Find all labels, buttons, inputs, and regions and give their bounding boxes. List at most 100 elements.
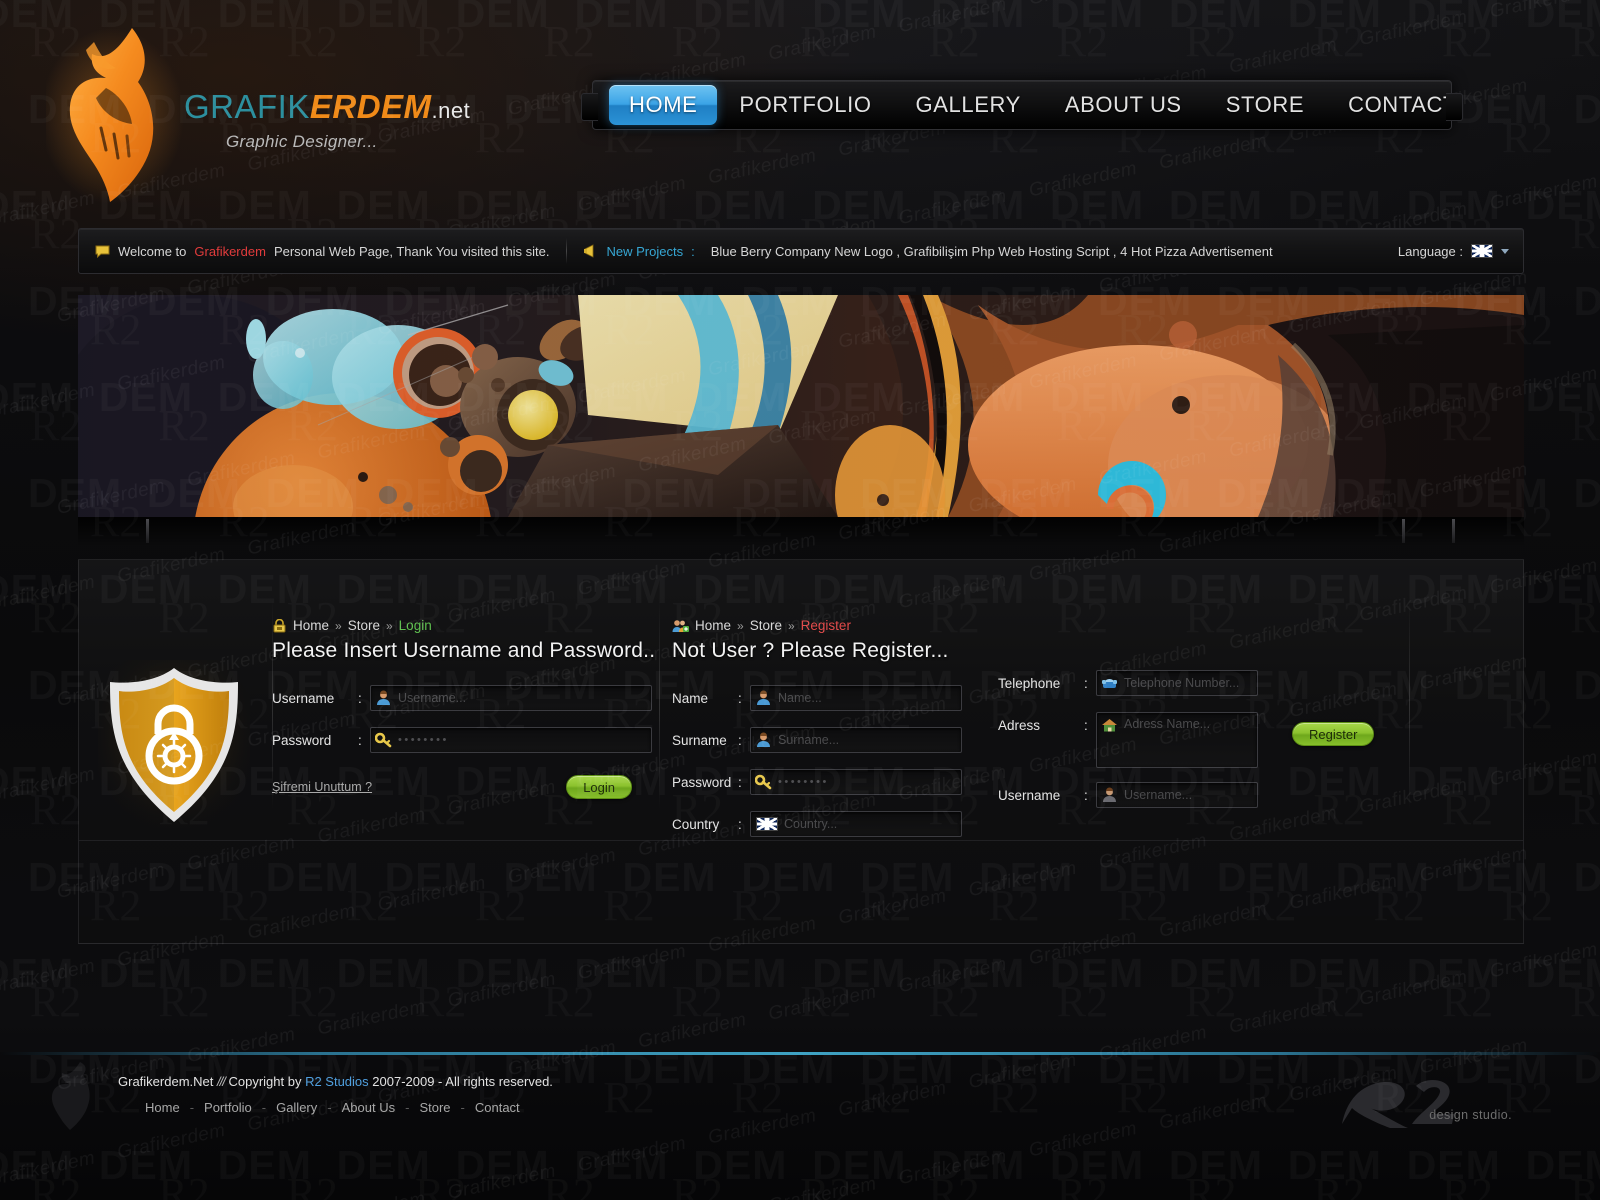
- register-telephone-row: Telephone : Telephone Number...: [998, 670, 1258, 696]
- hero-banner[interactable]: [78, 295, 1524, 517]
- register-surname-label: Surname: [672, 732, 727, 748]
- footer-link-separator: -: [189, 1100, 195, 1115]
- register-name-input[interactable]: Name...: [750, 685, 962, 711]
- login-username-input[interactable]: Username...: [370, 685, 652, 711]
- register-button-wrap: Register: [1292, 722, 1375, 746]
- register-heading: Not User ? Please Register...: [672, 639, 949, 662]
- register-adress-label: Adress: [998, 718, 1041, 733]
- register-password-row: Password : ••••••••: [672, 769, 962, 795]
- flame-icon: [46, 28, 184, 204]
- telephone-icon: [1102, 679, 1117, 688]
- register-button[interactable]: Register: [1292, 722, 1375, 746]
- new-projects-label[interactable]: New Projects: [607, 244, 684, 259]
- register-password-label: Password: [672, 774, 732, 790]
- register-breadcrumb: Home » Store » Register: [672, 618, 962, 633]
- chevron-down-icon[interactable]: [1501, 248, 1509, 254]
- login-actions: Şifremi Unuttum ? Login: [272, 775, 652, 799]
- slider-mark-right-2: [1452, 519, 1455, 543]
- brand-tld: .net: [431, 98, 471, 123]
- login-breadcrumb: Home » Store » Login: [272, 618, 652, 633]
- footer-link-about-us[interactable]: About Us: [342, 1100, 395, 1115]
- label-colon: :: [738, 774, 742, 790]
- register-name-row: Name : Name...: [672, 685, 962, 711]
- nav-item-gallery[interactable]: GALLERY: [894, 86, 1043, 124]
- r2-logo-icon: [1342, 1080, 1454, 1128]
- register-surname-input[interactable]: Surname...: [750, 727, 962, 753]
- register-surname-row: Surname : Surname...: [672, 727, 962, 753]
- label-colon: :: [1084, 718, 1088, 733]
- panel-divider-2: [659, 600, 660, 810]
- nav-item-portfolio[interactable]: PORTFOLIO: [717, 86, 893, 124]
- forgot-password-link[interactable]: Şifremi Unuttum ?: [272, 780, 372, 794]
- footer-link-separator: -: [261, 1100, 267, 1115]
- register-breadcrumb-store[interactable]: Store: [750, 618, 782, 633]
- slider-mark-right: [1402, 519, 1405, 543]
- label-colon: :: [358, 732, 362, 748]
- login-password-value: ••••••••: [398, 734, 449, 746]
- page-root: GRAFIKERDEM.net Graphic Designer... HOME…: [0, 0, 1600, 1200]
- label-colon: :: [1084, 787, 1088, 803]
- register-adress-row: Adress : Adress Name...: [998, 712, 1258, 768]
- new-projects-text: Blue Berry Company New Logo , Grafibiliş…: [710, 243, 1273, 259]
- breadcrumb-separator: »: [737, 618, 744, 633]
- nav-item-home[interactable]: HOME: [609, 85, 718, 125]
- register-password-input[interactable]: ••••••••: [750, 769, 962, 795]
- register-surname-placeholder: Surname...: [778, 733, 840, 747]
- logo[interactable]: GRAFIKERDEM.net Graphic Designer...: [36, 18, 496, 204]
- register-username-input[interactable]: Username...: [1096, 782, 1258, 808]
- footer-navigation: Home - Portfolio - Gallery - About Us - …: [145, 1100, 520, 1115]
- nav-item-contact[interactable]: CONTACT: [1326, 86, 1479, 124]
- login-username-placeholder: Username...: [398, 691, 467, 705]
- language-selector[interactable]: Language :: [1398, 244, 1523, 259]
- login-password-label: Password: [272, 732, 332, 748]
- new-projects-colon: :: [691, 243, 695, 259]
- login-breadcrumb-store[interactable]: Store: [348, 618, 380, 633]
- login-password-input[interactable]: ••••••••: [370, 727, 652, 753]
- footer-link-portfolio[interactable]: Portfolio: [204, 1100, 252, 1115]
- key-icon: [755, 774, 772, 790]
- footer-studio-link[interactable]: R2 Studios: [305, 1074, 369, 1089]
- register-breadcrumb-home[interactable]: Home: [695, 618, 731, 633]
- brand-text: GRAFIKERDEM.net Graphic Designer...: [184, 90, 470, 152]
- register-breadcrumb-current: Register: [800, 618, 851, 633]
- lock-icon: [273, 618, 286, 632]
- footer-link-separator: -: [327, 1100, 332, 1115]
- nav-item-about-us[interactable]: ABOUT US: [1043, 86, 1204, 124]
- register-username-row: Username : Username...: [998, 782, 1258, 808]
- register-username-label: Username: [998, 787, 1061, 803]
- nav-item-store[interactable]: STORE: [1204, 86, 1326, 124]
- panel-divider-3: [1409, 600, 1410, 810]
- register-username-placeholder: Username...: [1124, 788, 1193, 802]
- login-heading: Please Insert Username and Password..: [272, 639, 656, 662]
- announcement-bar: Welcome to Grafikerdem Personal Web Page…: [78, 228, 1524, 274]
- register-name-placeholder: Name...: [778, 691, 822, 705]
- footer-link-store[interactable]: Store: [419, 1100, 450, 1115]
- login-password-row: Password : ••••••••: [272, 727, 652, 753]
- footer-link-gallery[interactable]: Gallery: [276, 1100, 317, 1115]
- footer-link-contact[interactable]: Contact: [475, 1100, 520, 1115]
- register-adress-input[interactable]: Adress Name...: [1096, 712, 1258, 768]
- uk-flag-icon: [756, 817, 778, 831]
- register-country-row: Country : Country...: [672, 811, 962, 837]
- welcome-pre: Welcome to: [118, 243, 187, 259]
- user-icon: [757, 690, 770, 705]
- login-breadcrumb-home[interactable]: Home: [293, 618, 329, 633]
- register-country-label: Country: [672, 816, 720, 832]
- login-section: Home » Store » Login Please Insert Usern…: [272, 618, 656, 799]
- user-icon: [377, 690, 390, 705]
- breadcrumb-separator: »: [335, 618, 342, 633]
- brand-title: GRAFIKERDEM.net: [184, 90, 470, 123]
- brand-part-1: GRAFIK: [184, 88, 310, 125]
- label-colon: :: [1084, 675, 1088, 691]
- footer-link-home[interactable]: Home: [145, 1100, 180, 1115]
- footer-copyright-post: 2007-2009 - All rights reserved.: [368, 1074, 553, 1089]
- register-section-right: Telephone : Telephone Number... Adress :: [998, 618, 1258, 808]
- register-telephone-input[interactable]: Telephone Number...: [1096, 670, 1258, 696]
- footer-copyright: Grafikerdem.Net /// Copyright by R2 Stud…: [118, 1074, 553, 1089]
- register-section: Home » Store » Register Not User ? Pleas…: [672, 618, 962, 837]
- brand-part-2: ERDEM: [309, 88, 432, 125]
- login-username-label: Username: [272, 690, 335, 706]
- label-colon: :: [358, 690, 362, 706]
- login-button[interactable]: Login: [566, 775, 632, 799]
- register-country-input[interactable]: Country...: [750, 811, 962, 837]
